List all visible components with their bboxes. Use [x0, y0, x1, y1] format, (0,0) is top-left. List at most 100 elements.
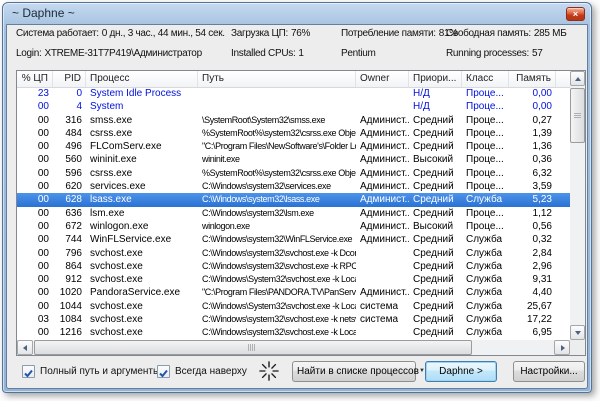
table-row[interactable]: 001044svchost.exeC:\Windows\System32\svc… [17, 300, 570, 313]
info-label: Загрузка ЦП: [231, 28, 288, 39]
info-item: Pentium [341, 48, 376, 59]
cell-process: PandoraService.exe [86, 286, 198, 299]
horizontal-scrollbar[interactable] [17, 340, 570, 355]
vertical-scrollbar-thumb[interactable] [570, 88, 585, 143]
cell-priority: Высокий [409, 220, 462, 233]
cell-filler [556, 260, 570, 273]
column-header-class[interactable]: Класс [462, 71, 509, 87]
table-row[interactable]: 00560wininit.exewininit.exeАдминист...Вы… [17, 153, 570, 166]
cell-memory: 0,00 [509, 100, 556, 113]
cell-path: C:\Windows\system32\services.exe [198, 180, 356, 193]
column-header-owner[interactable]: Owner [356, 71, 409, 87]
scroll-up-button[interactable] [570, 71, 585, 86]
process-finder-crosshair-icon[interactable] [259, 361, 279, 381]
settings-button[interactable]: Настройки... [513, 361, 585, 382]
cell-path: C:\Windows\system32\WinFLService.exe [198, 233, 356, 246]
cell-memory: 0,00 [509, 87, 556, 100]
cell-pid: 560 [53, 153, 86, 166]
info-label: Свободная память: [446, 28, 531, 39]
cell-cpu: 00 [17, 273, 53, 286]
cell-filler [556, 153, 570, 166]
table-header: % ЦПPIDПроцессПутьOwnerПриори...КлассПам… [17, 71, 570, 88]
cell-memory: 0,56 [509, 220, 556, 233]
cell-pid: 4 [53, 100, 86, 113]
scroll-right-button[interactable] [554, 340, 570, 355]
find-in-process-list-button[interactable]: Найти в списке процессов ▼ [292, 361, 416, 382]
cell-owner: Админист... [356, 153, 409, 166]
table-row[interactable]: 00620services.exeC:\Windows\system32\ser… [17, 180, 570, 193]
cell-process: lsm.exe [86, 207, 198, 220]
cell-pid: 864 [53, 260, 86, 273]
table-row[interactable]: 00628lsass.exeC:\Windows\system32\lsass.… [17, 193, 570, 206]
cell-process: winlogon.exe [86, 220, 198, 233]
cell-process: System [86, 100, 198, 113]
column-header-memory[interactable]: Память [509, 71, 556, 87]
always-on-top-checkbox[interactable] [157, 365, 170, 378]
table-row[interactable]: 00744WinFLService.exeC:\Windows\system32… [17, 233, 570, 246]
table-row[interactable]: 001216svchost.exeC:\Windows\system32\svc… [17, 326, 570, 339]
cell-class: Проце... [462, 153, 509, 166]
full-path-checkbox[interactable] [22, 365, 35, 378]
daphne-menu-button[interactable]: Daphne > [425, 361, 497, 382]
cell-cpu: 00 [17, 193, 53, 206]
scroll-down-button[interactable] [570, 325, 585, 340]
column-header-priority[interactable]: Приори... [409, 71, 462, 87]
cell-cpu: 00 [17, 153, 53, 166]
cell-class: Проце... [462, 87, 509, 100]
cell-class: Служба [462, 247, 509, 260]
cell-process: WinFLService.exe [86, 233, 198, 246]
scroll-left-button[interactable] [17, 340, 33, 355]
chevron-down-icon[interactable]: ▼ [419, 362, 425, 381]
titlebar[interactable]: ~ Daphne ~ × [3, 3, 591, 24]
vertical-scrollbar[interactable] [570, 71, 585, 340]
client-area: Система работает:0 дн., 3 час., 44 мин.,… [6, 24, 588, 389]
table-row[interactable]: 00636lsm.exeC:\Windows\system32\lsm.exeА… [17, 207, 570, 220]
table-row[interactable]: 230System Idle ProcessН/ДПроце...0,00 [17, 87, 570, 100]
info-item: Свободная память:285 МБ [446, 28, 566, 39]
cell-pid: 316 [53, 114, 86, 127]
cell-priority: Средний [409, 247, 462, 260]
table-row[interactable]: 001020PandoraService.exe"C:\Program File… [17, 286, 570, 299]
cell-priority: Средний [409, 233, 462, 246]
daphne-window: ~ Daphne ~ × Система работает:0 дн., 3 ч… [2, 2, 592, 393]
cell-filler [556, 286, 570, 299]
table-row[interactable]: 00672winlogon.exewinlogon.exeАдминист...… [17, 220, 570, 233]
table-row[interactable]: 004SystemН/ДПроце...0,00 [17, 100, 570, 113]
table-body[interactable]: 230System Idle ProcessН/ДПроце...0,00004… [17, 87, 570, 340]
process-table-content: % ЦПPIDПроцессПутьOwnerПриори...КлассПам… [17, 71, 570, 340]
column-header-cpu[interactable]: % ЦП [17, 71, 53, 87]
column-header-pid[interactable]: PID [53, 71, 86, 87]
cell-filler [556, 326, 570, 339]
cell-filler [556, 180, 570, 193]
cell-priority: Средний [409, 300, 462, 313]
cell-owner: Админист... [356, 140, 409, 153]
table-row[interactable]: 00316smss.exe\SystemRoot\System32\smss.e… [17, 114, 570, 127]
table-row[interactable]: 031084svchost.exeC:\Windows\system32\svc… [17, 313, 570, 326]
settings-button-label: Настройки... [520, 366, 577, 377]
cell-filler [556, 127, 570, 140]
info-item: Login:XTREME-31T7P419\Администратор [16, 48, 202, 59]
cell-memory: 0,32 [509, 233, 556, 246]
table-row[interactable]: 00496FLComServ.exe"C:\Program Files\NewS… [17, 140, 570, 153]
checkmark-icon [23, 368, 34, 379]
table-row[interactable]: 00484csrss.exe%SystemRoot%\system32\csrs… [17, 127, 570, 140]
table-row[interactable]: 00796svchost.exeC:\Windows\system32\svch… [17, 247, 570, 260]
process-table: % ЦПPIDПроцессПутьOwnerПриори...КлассПам… [16, 70, 586, 356]
scrollbar-corner [570, 340, 585, 355]
horizontal-scrollbar-thumb[interactable] [34, 340, 472, 355]
cell-priority: Средний [409, 273, 462, 286]
column-header-process[interactable]: Процесс [86, 71, 198, 87]
cell-filler [556, 313, 570, 326]
column-header-path[interactable]: Путь [198, 71, 356, 87]
close-button[interactable]: × [566, 7, 585, 21]
cell-process: csrss.exe [86, 127, 198, 140]
table-row[interactable]: 00596csrss.exe%SystemRoot%\system32\csrs… [17, 167, 570, 180]
table-row[interactable]: 00864svchost.exeC:\Windows\system32\svch… [17, 260, 570, 273]
cell-filler [556, 140, 570, 153]
table-row[interactable]: 00912svchost.exeC:\Windows\System32\svch… [17, 273, 570, 286]
cell-filler [556, 233, 570, 246]
cell-owner: система [356, 300, 409, 313]
cell-cpu: 00 [17, 114, 53, 127]
info-item: Загрузка ЦП:76% [231, 28, 310, 39]
column-header-filler [556, 71, 570, 87]
